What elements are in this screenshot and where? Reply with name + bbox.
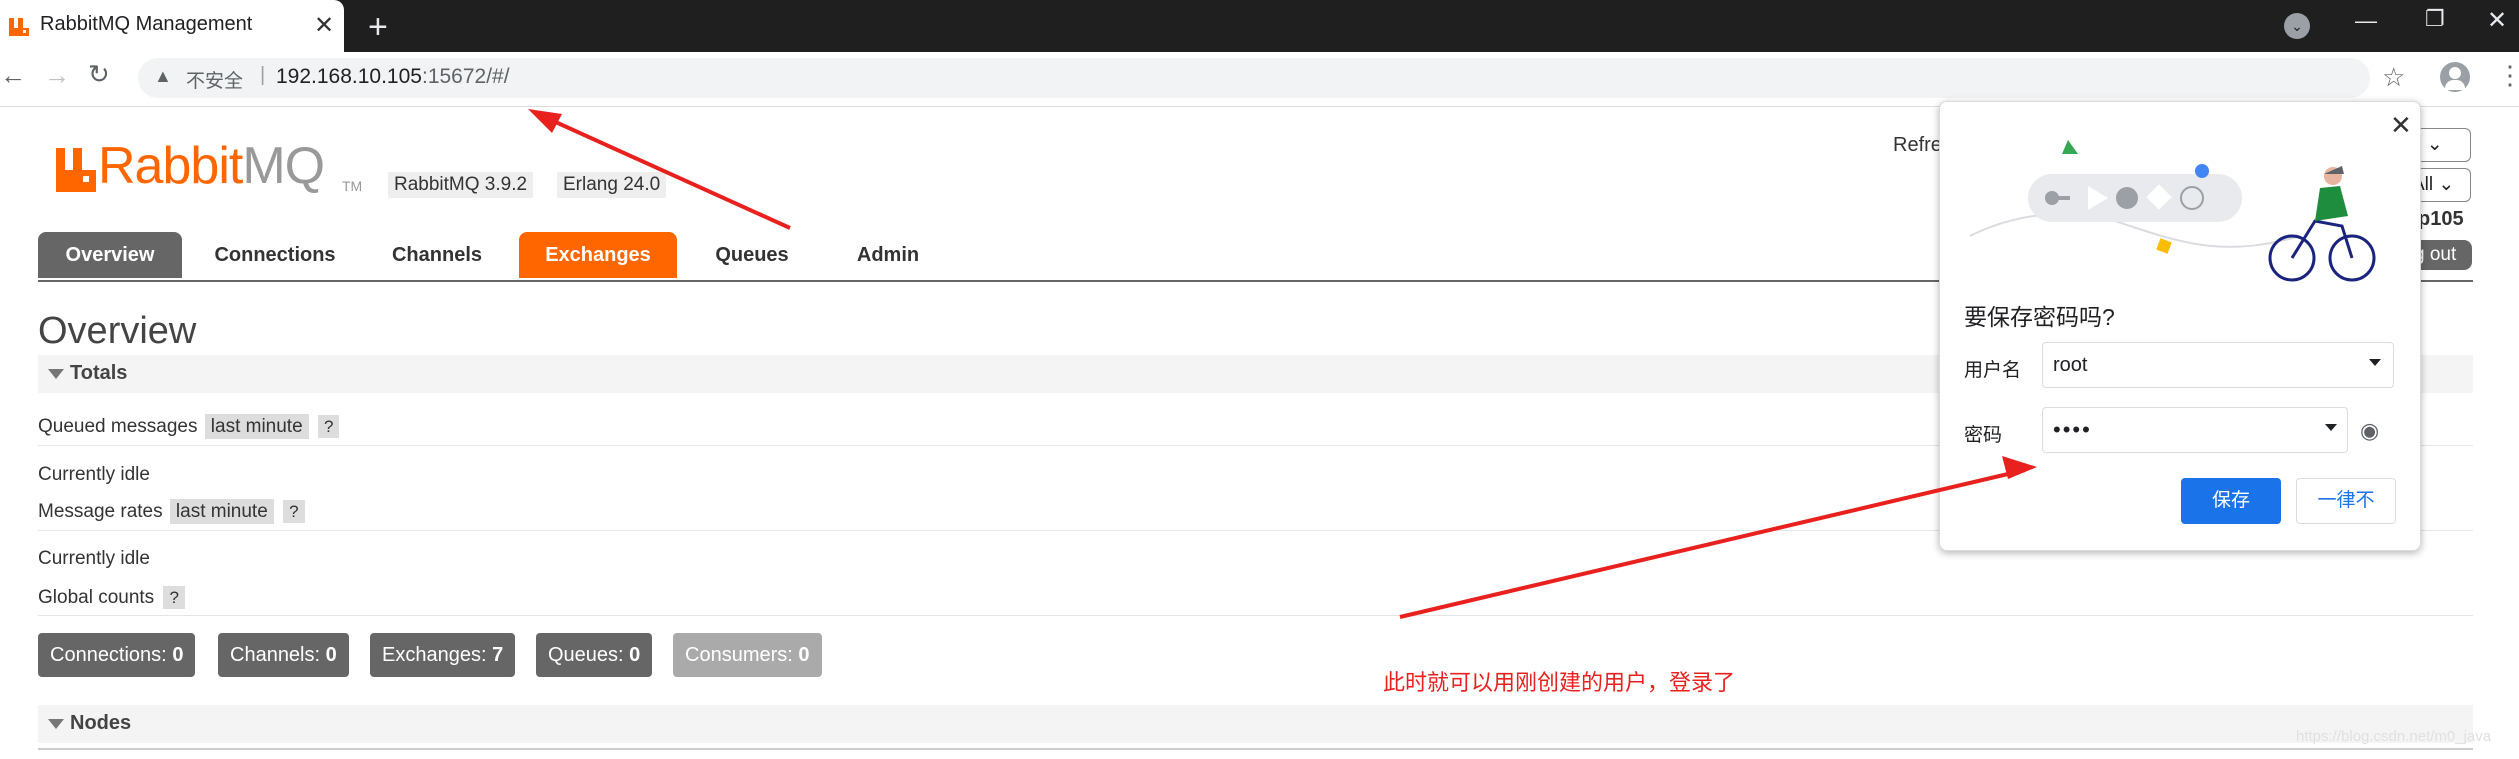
star-icon[interactable]: ☆ <box>2382 62 2405 93</box>
close-icon[interactable]: ✕ <box>2390 110 2412 141</box>
warning-icon[interactable]: ▲ <box>154 66 172 87</box>
connections-count-value: 0 <box>172 644 184 666</box>
logo-trademark: TM <box>342 178 363 194</box>
channels-count-label: Channels: <box>230 644 321 666</box>
watermark: https://blog.csdn.net/m0_java <box>2296 728 2492 745</box>
message-rates-range[interactable]: last minute <box>169 499 274 524</box>
queued-messages-label: Queued messages <box>38 416 198 437</box>
rabbitmq-version: RabbitMQ 3.9.2 <box>388 172 534 198</box>
username-field[interactable]: root <box>2042 342 2394 388</box>
queued-messages-help[interactable]: ? <box>317 415 340 438</box>
save-password-popup: ✕ 要保存密码吗? 用户名 root 密码 •••• ◉ 保存 一律不 <box>1939 101 2421 551</box>
profile-icon[interactable] <box>2440 62 2470 92</box>
rabbitmq-logo-icon <box>56 148 96 192</box>
tab-channels[interactable]: Channels <box>362 232 512 278</box>
save-button[interactable]: 保存 <box>2181 478 2281 524</box>
url-separator: | <box>260 64 266 86</box>
menu-icon[interactable]: ⋮ <box>2497 60 2519 91</box>
reload-icon[interactable]: ↻ <box>88 59 110 90</box>
connections-count[interactable]: Connections: 0 <box>38 633 196 677</box>
url-text[interactable]: 192.168.10.105:15672/#/ <box>276 65 510 89</box>
queues-count-label: Queues: <box>548 644 624 666</box>
show-password-eye-icon[interactable]: ◉ <box>2360 418 2379 444</box>
global-counts-label: Global counts <box>38 587 155 608</box>
window-restore-icon[interactable]: ❐ <box>2425 6 2445 32</box>
window-close-icon[interactable]: ✕ <box>2487 6 2507 35</box>
never-button[interactable]: 一律不 <box>2296 478 2396 524</box>
tab-close-icon[interactable]: ✕ <box>314 11 334 40</box>
password-label: 密码 <box>1964 425 2003 446</box>
currently-idle-2: Currently idle <box>38 548 150 569</box>
connections-count-label: Connections: <box>50 644 167 666</box>
queued-messages-row: Queued messages last minute ? <box>38 414 340 439</box>
logo-rabbit: Rabbit <box>98 137 243 195</box>
consumers-count[interactable]: Consumers: 0 <box>673 633 822 677</box>
queued-messages-range[interactable]: last minute <box>204 414 309 439</box>
save-password-title: 要保存密码吗? <box>1964 304 2115 330</box>
username-value: root <box>2053 354 2088 376</box>
channels-count[interactable]: Channels: 0 <box>218 633 349 677</box>
tab-admin[interactable]: Admin <box>826 232 950 278</box>
exchanges-count-label: Exchanges: <box>382 644 487 666</box>
window-minimize-icon[interactable]: — <box>2355 8 2377 34</box>
chevron-down-icon[interactable] <box>2369 359 2381 366</box>
rabbitmq-logo-text: RabbitMQ <box>98 136 325 196</box>
exchanges-count[interactable]: Exchanges: 7 <box>370 633 516 677</box>
nodes-heading: Nodes <box>70 712 132 734</box>
url-host: 192.168.10.105 <box>276 65 422 88</box>
message-rates-row: Message rates last minute ? <box>38 499 305 524</box>
back-icon[interactable]: ← <box>0 60 26 91</box>
forward-icon[interactable]: → <box>44 60 70 91</box>
channels-count-value: 0 <box>325 644 337 666</box>
rabbitmq-favicon-icon <box>9 18 29 36</box>
url-path: :15672/#/ <box>421 65 510 88</box>
collapse-triangle-icon <box>48 719 64 729</box>
queues-count-value: 0 <box>629 644 641 666</box>
refresh-label: Refre <box>1893 134 1942 156</box>
tab-connections[interactable]: Connections <box>196 232 354 278</box>
current-user: p105 <box>2418 208 2464 230</box>
browser-tab[interactable]: RabbitMQ Management ✕ <box>0 0 344 52</box>
consumers-count-label: Consumers: <box>685 644 793 666</box>
logo-mq: MQ <box>242 137 325 195</box>
global-counts-help[interactable]: ? <box>163 586 185 609</box>
divider <box>38 615 2473 616</box>
tab-overview[interactable]: Overview <box>38 232 182 278</box>
username-label: 用户名 <box>1964 360 2022 381</box>
annotation-text: 此时就可以用刚创建的用户，登录了 <box>1383 670 1736 695</box>
queues-count[interactable]: Queues: 0 <box>536 633 653 677</box>
new-tab-icon[interactable]: + <box>368 8 388 47</box>
totals-heading: Totals <box>70 362 128 384</box>
message-rates-label: Message rates <box>38 501 163 522</box>
tab-queues[interactable]: Queues <box>686 232 818 278</box>
currently-idle-1: Currently idle <box>38 464 150 485</box>
consumers-count-value: 0 <box>798 644 810 666</box>
tab-exchanges[interactable]: Exchanges <box>519 232 677 278</box>
erlang-version: Erlang 24.0 <box>557 172 667 198</box>
nodes-section-header[interactable]: Nodes <box>38 705 2473 743</box>
collapse-triangle-icon <box>48 369 64 379</box>
tab-title: RabbitMQ Management <box>40 13 253 35</box>
tab-search-icon[interactable]: ⌄ <box>2284 13 2310 39</box>
password-value: •••• <box>2053 417 2092 442</box>
message-rates-help[interactable]: ? <box>283 500 305 523</box>
chevron-down-icon[interactable] <box>2325 424 2337 431</box>
password-illustration-icon <box>1970 140 2376 282</box>
password-field[interactable]: •••• <box>2042 407 2348 453</box>
nodes-table <box>38 748 2473 759</box>
exchanges-count-value: 7 <box>492 644 504 666</box>
page-title: Overview <box>38 310 197 352</box>
global-counts-row: Global counts ? <box>38 586 185 609</box>
insecure-label[interactable]: 不安全 <box>186 66 243 93</box>
